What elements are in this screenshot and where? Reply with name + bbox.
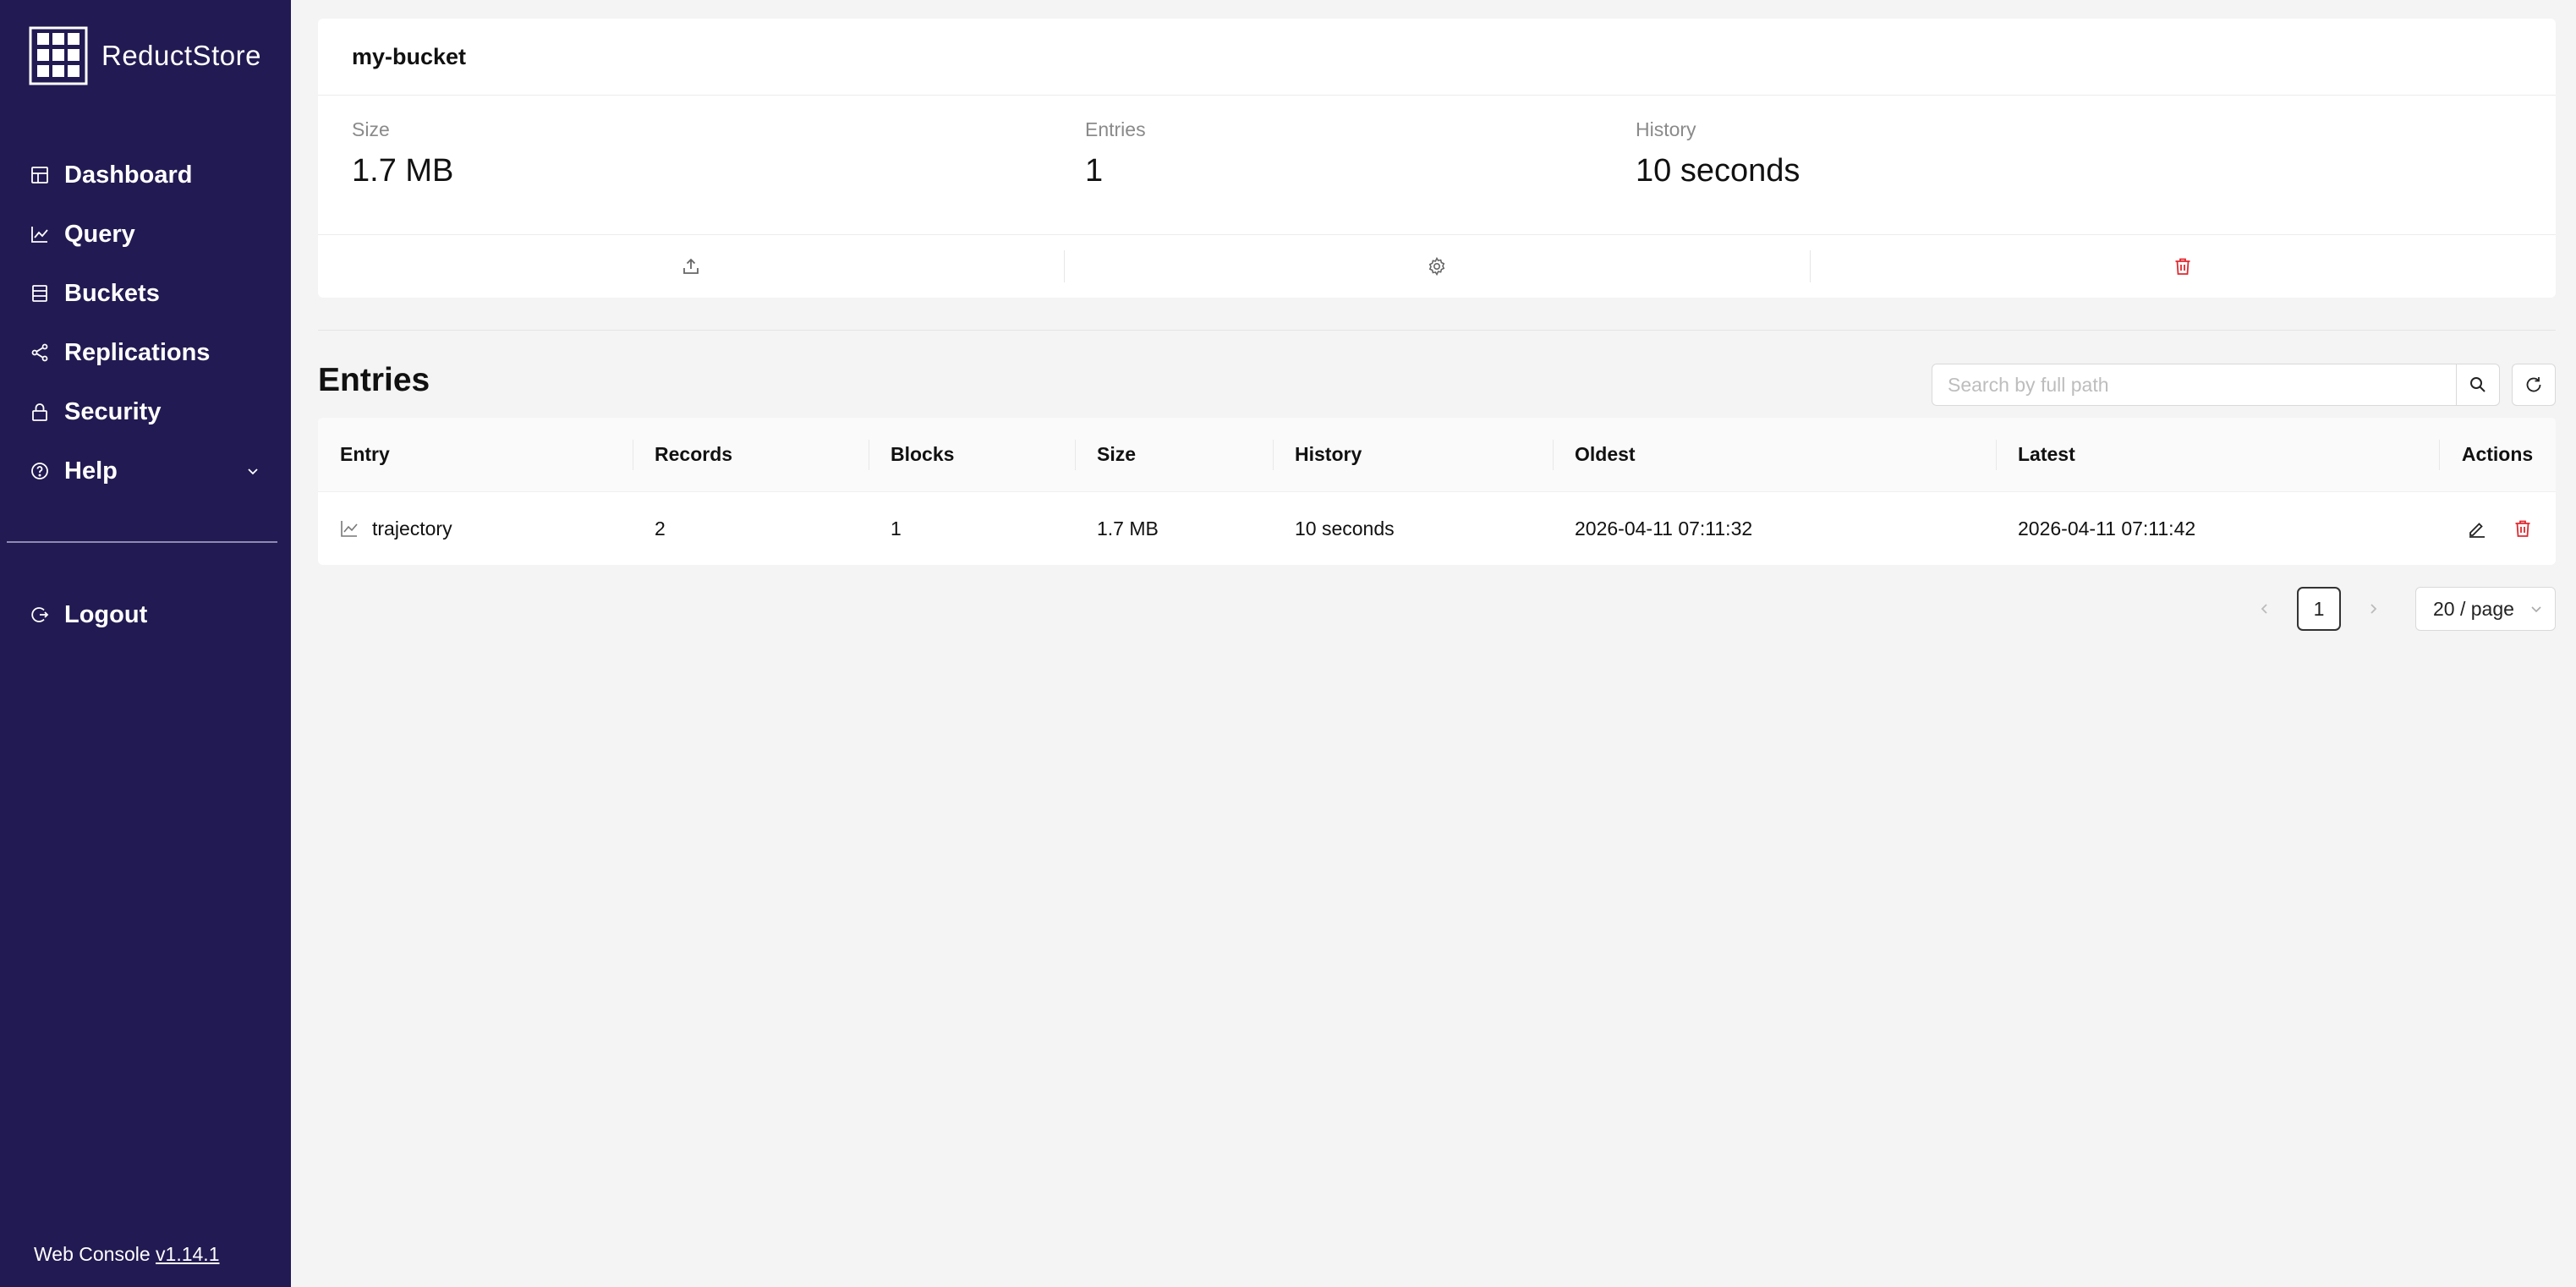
gear-icon — [1428, 256, 1445, 277]
sidebar-item-label: Dashboard — [64, 161, 193, 189]
edit-entry-button[interactable] — [2464, 516, 2490, 541]
upload-button[interactable] — [318, 235, 1064, 298]
logo-text: ReductStore — [101, 40, 261, 71]
prev-page-button[interactable] — [2248, 587, 2282, 631]
sidebar-item-dashboard[interactable]: Dashboard — [0, 145, 291, 205]
question-circle-icon — [30, 462, 49, 480]
page-1-button[interactable]: 1 — [2297, 587, 2341, 631]
bucket-name: my-bucket — [352, 43, 467, 69]
sidebar-item-query[interactable]: Query — [0, 205, 291, 264]
history-cell: 10 seconds — [1295, 517, 1395, 539]
reductstore-logo-icon — [29, 26, 88, 85]
version-link[interactable]: v1.14.1 — [156, 1243, 219, 1265]
refresh-button[interactable] — [2512, 364, 2556, 406]
column-header-blocks[interactable]: Blocks — [869, 418, 1075, 491]
sidebar-nav: Dashboard Query Buckets Replications Sec… — [0, 145, 291, 501]
entries-title: Entries — [318, 362, 430, 398]
page-size-select[interactable]: 20 / page — [2415, 587, 2556, 631]
sidebar: ReductStore Dashboard Query Buckets Repl… — [0, 0, 291, 1287]
delete-bucket-button[interactable] — [1810, 235, 2556, 298]
database-icon — [30, 284, 49, 303]
chevron-down-icon — [245, 463, 260, 479]
logout-label: Logout — [64, 600, 148, 628]
sidebar-divider — [7, 541, 277, 543]
logout-button[interactable]: Logout — [0, 585, 291, 644]
oldest-cell: 2026-04-11 07:11:32 — [1575, 517, 1753, 539]
search-icon — [2470, 377, 2486, 392]
reload-icon — [2526, 377, 2541, 392]
bucket-card: my-bucket Size 1.7 MB Entries 1 History … — [318, 19, 2556, 298]
column-header-entry[interactable]: Entry — [318, 418, 633, 491]
logout-section: Logout — [0, 585, 291, 644]
trash-icon — [2515, 520, 2530, 537]
chevron-down-icon — [2529, 602, 2543, 616]
sidebar-item-label: Security — [64, 397, 162, 425]
latest-cell: 2026-04-11 07:11:42 — [2018, 517, 2196, 539]
sidebar-item-label: Query — [64, 220, 135, 248]
blocks-cell: 1 — [891, 517, 902, 539]
stat-label: Entries — [1085, 118, 1146, 140]
chart-line-icon — [30, 225, 49, 244]
entry-search — [1932, 364, 2500, 406]
sidebar-item-replications[interactable]: Replications — [0, 323, 291, 382]
sidebar-item-buckets[interactable]: Buckets — [0, 264, 291, 323]
sidebar-item-security[interactable]: Security — [0, 382, 291, 441]
logout-icon — [30, 605, 49, 624]
search-input[interactable] — [1932, 364, 2458, 406]
stat-value: 1.7 MB — [352, 153, 454, 189]
stat-entries: Entries 1 — [1085, 118, 1146, 189]
column-header-records[interactable]: Records — [633, 418, 869, 491]
column-header-oldest[interactable]: Oldest — [1553, 418, 1996, 491]
share-icon — [30, 343, 49, 362]
bucket-actions — [318, 235, 2556, 298]
sidebar-item-help[interactable]: Help — [0, 441, 291, 501]
column-header-actions: Actions — [2439, 418, 2556, 491]
size-cell: 1.7 MB — [1097, 517, 1159, 539]
column-header-latest[interactable]: Latest — [1996, 418, 2439, 491]
upload-icon — [683, 258, 699, 274]
search-button[interactable] — [2456, 364, 2500, 406]
actions-cell — [2439, 492, 2556, 565]
stat-label: Size — [352, 118, 390, 140]
page-size-value: 20 / page — [2433, 597, 2514, 620]
stat-history: History 10 seconds — [1636, 118, 1800, 189]
dashboard-icon — [30, 166, 49, 184]
stat-value: 1 — [1085, 153, 1104, 189]
edit-icon — [2469, 523, 2485, 538]
settings-button[interactable] — [1064, 235, 1810, 298]
chart-line-icon — [340, 519, 359, 538]
card-divider — [318, 95, 2556, 96]
logo[interactable]: ReductStore — [29, 25, 261, 86]
lock-icon — [30, 403, 49, 421]
sidebar-item-label: Replications — [64, 338, 211, 366]
table-row: trajectory 2 1 1.7 MB 10 seconds 2026-04… — [318, 492, 2556, 565]
stat-value: 10 seconds — [1636, 153, 1800, 189]
next-page-button[interactable] — [2356, 587, 2390, 631]
chevron-left-icon — [2261, 604, 2267, 614]
sidebar-item-label: Help — [64, 457, 118, 485]
entries-table: Entry Records Blocks Size History Oldest… — [318, 418, 2556, 565]
sidebar-item-label: Buckets — [64, 279, 160, 307]
stat-label: History — [1636, 118, 1696, 140]
stat-size: Size 1.7 MB — [352, 118, 453, 189]
entry-name[interactable]: trajectory — [372, 518, 452, 540]
section-divider — [318, 330, 2556, 331]
chevron-right-icon — [2370, 604, 2377, 614]
column-header-history[interactable]: History — [1273, 418, 1553, 491]
column-header-size[interactable]: Size — [1075, 418, 1273, 491]
trash-icon — [2175, 258, 2190, 275]
table-header: Entry Records Blocks Size History Oldest… — [318, 418, 2556, 492]
records-cell: 2 — [655, 517, 666, 539]
entry-cell[interactable]: trajectory — [318, 492, 633, 565]
version-footer: Web Console v1.14.1 — [34, 1243, 220, 1266]
delete-entry-button[interactable] — [2510, 516, 2535, 541]
footer-prefix: Web Console — [34, 1243, 151, 1265]
